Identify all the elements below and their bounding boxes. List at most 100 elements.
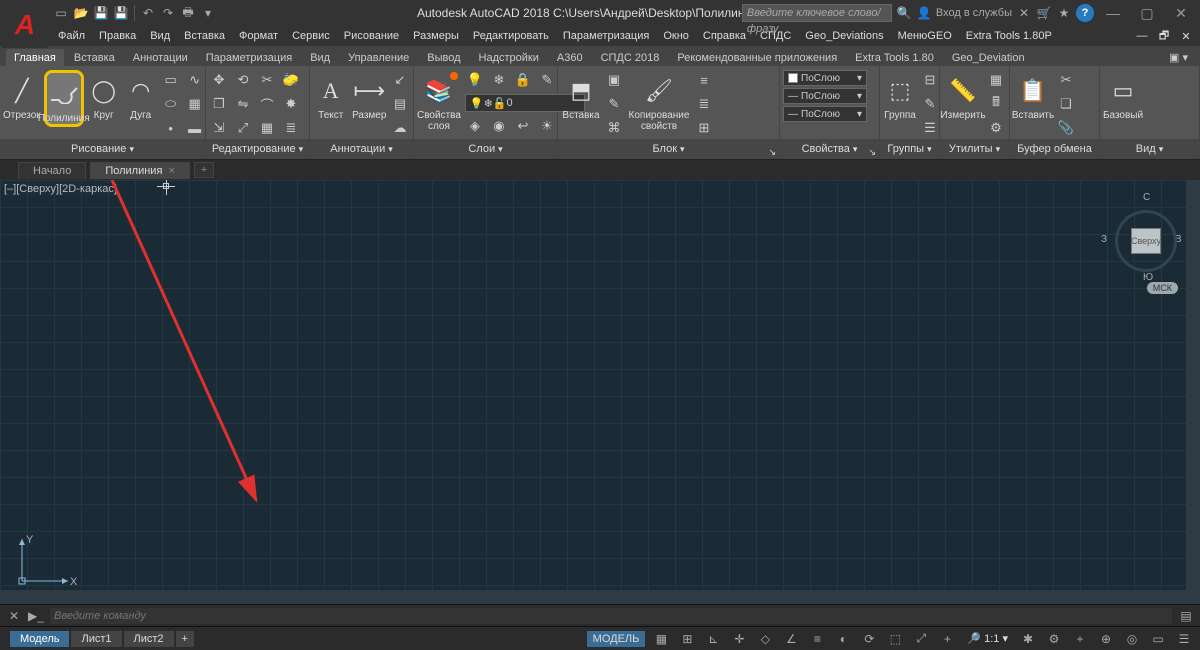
point-icon[interactable]: • (161, 118, 181, 138)
menu-menugeo[interactable]: МенюGEO (892, 28, 958, 44)
blk1-icon[interactable]: ≡ (694, 70, 714, 90)
copy-icon[interactable]: ❐ (209, 94, 229, 114)
signin-icon[interactable]: 👤 (916, 5, 932, 21)
matchprop-button[interactable]: 🖌 Копирование свойств (627, 70, 691, 132)
polyline-button[interactable]: Полилиния (44, 70, 84, 127)
group-button[interactable]: ⬚ Группа (883, 70, 917, 121)
doc-tab-close-icon[interactable]: × (169, 165, 175, 177)
cmd-close-icon[interactable]: ✕ (6, 608, 22, 624)
cart-icon[interactable]: 🛒 (1036, 5, 1052, 21)
ribbon-tab-addins[interactable]: Надстройки (471, 49, 547, 66)
spline-icon[interactable]: ∿ (185, 70, 205, 90)
menu-insert[interactable]: Вставка (178, 28, 231, 44)
print-icon[interactable]: 🖶 (179, 4, 197, 22)
undo-icon[interactable]: ↶ (139, 4, 157, 22)
cut-icon[interactable]: ✂ (1056, 70, 1076, 90)
anno-visibility-icon[interactable]: ✱ (1018, 630, 1038, 648)
favorite-icon[interactable]: ★ (1056, 5, 1072, 21)
horizontal-scrollbar[interactable] (0, 590, 1186, 604)
blk3-icon[interactable]: ⊞ (694, 118, 714, 138)
text-button[interactable]: A Текст (313, 70, 349, 121)
rectangle-icon[interactable]: ▭ (161, 70, 181, 90)
edit-block-icon[interactable]: ✎ (604, 94, 624, 114)
menu-draw[interactable]: Рисование (338, 28, 405, 44)
fillet-icon[interactable]: ⌒ (257, 94, 277, 114)
otrack-toggle-icon[interactable]: ∠ (781, 630, 801, 648)
ribbon-tab-parametric[interactable]: Параметризация (198, 49, 300, 66)
panel-groups-title[interactable]: Группы▾ (880, 139, 939, 159)
layeroff-icon[interactable]: 💡 (465, 70, 485, 90)
isolate-icon[interactable]: ◎ (1122, 630, 1142, 648)
command-input[interactable] (50, 608, 1172, 624)
attr-edit-icon[interactable]: ⌘ (604, 118, 624, 138)
anno-scale[interactable]: 🔎 1:1 ▾ (963, 632, 1012, 645)
ribbon-tab-home[interactable]: Главная (6, 49, 64, 66)
doc-restore-icon[interactable]: 🗗 (1156, 28, 1172, 44)
menu-dimension[interactable]: Размеры (407, 28, 465, 44)
layer-properties-button[interactable]: 📚 Свойства слоя (417, 70, 461, 132)
saveas-icon[interactable]: 💾 (112, 4, 130, 22)
hatch-icon[interactable]: ▦ (185, 94, 205, 114)
ortho-toggle-icon[interactable]: ⊾ (703, 630, 723, 648)
menu-edit[interactable]: Правка (93, 28, 142, 44)
polar-toggle-icon[interactable]: ✛ (729, 630, 749, 648)
dynucs-toggle-icon[interactable]: ⤢ (911, 630, 931, 648)
search-icon[interactable]: 🔍 (896, 5, 912, 21)
viewcube-west[interactable]: З (1101, 234, 1107, 245)
calc-icon[interactable]: 🖩 (986, 94, 1006, 114)
color-combo[interactable]: ПоСлою▾ (783, 70, 867, 86)
workspace-icon[interactable]: ⚙ (1044, 630, 1064, 648)
dimension-button[interactable]: ⟼ Размер (352, 70, 388, 121)
signin-label[interactable]: Вход в службы (936, 7, 1012, 19)
pastespecial-icon[interactable]: 📎 (1056, 118, 1076, 138)
vertical-scrollbar[interactable] (1186, 180, 1200, 604)
menu-file[interactable]: Файл (52, 28, 91, 44)
menu-help[interactable]: Справка (697, 28, 752, 44)
viewcube[interactable]: С З В Ю Сверху (1111, 188, 1186, 288)
exchange-icon[interactable]: ✕ (1016, 5, 1032, 21)
layout-tab-model[interactable]: Модель (10, 631, 69, 647)
groupmgr-icon[interactable]: ☰ (920, 118, 940, 138)
layeron-icon[interactable]: ◉ (489, 116, 509, 136)
explode-icon[interactable]: ✸ (281, 94, 301, 114)
layeriso-icon[interactable]: ◈ (465, 116, 485, 136)
menu-window[interactable]: Окно (657, 28, 695, 44)
layout-tab-add[interactable]: + (176, 631, 194, 647)
erase-icon[interactable]: 🧽 (281, 70, 301, 90)
maximize-button[interactable]: ▢ (1132, 3, 1162, 23)
insert-block-button[interactable]: ⬒ Вставка (561, 70, 601, 121)
cleanscreen-icon[interactable]: ▭ (1148, 630, 1168, 648)
help-icon[interactable]: ? (1076, 4, 1094, 22)
copyclip-icon[interactable]: ❏ (1056, 94, 1076, 114)
cmd-options-icon[interactable]: ▤ (1178, 608, 1194, 624)
viewcube-north[interactable]: С (1143, 192, 1150, 203)
layout-tab-2[interactable]: Лист2 (124, 631, 174, 647)
grid-toggle-icon[interactable]: ▦ (651, 630, 671, 648)
doc-tab-new[interactable]: + (194, 162, 214, 178)
open-icon[interactable]: 📂 (72, 4, 90, 22)
layerthaw-icon[interactable]: ☀ (537, 116, 557, 136)
panel-modify-title[interactable]: Редактирование▾ (206, 139, 309, 159)
region-icon[interactable]: ▬ (185, 118, 205, 138)
lineweight-combo[interactable]: — ПоСлою▾ (783, 88, 867, 104)
ribbon-tab-annotate[interactable]: Аннотации (125, 49, 196, 66)
drawing-canvas[interactable]: [–][Сверху][2D-каркас] X Y С З В Ю Сверх… (0, 180, 1200, 604)
ribbon-tab-spds[interactable]: СПДС 2018 (593, 49, 668, 66)
menu-tools[interactable]: Сервис (286, 28, 336, 44)
baseview-button[interactable]: ▭ Базовый (1103, 70, 1143, 121)
selectall-icon[interactable]: ▦ (986, 70, 1006, 90)
leader-icon[interactable]: ↙ (390, 70, 410, 90)
ribbon-tab-output[interactable]: Вывод (419, 49, 468, 66)
ribbon-tab-insert[interactable]: Вставка (66, 49, 123, 66)
ribbon-tab-extratools[interactable]: Extra Tools 1.80 (847, 49, 942, 66)
blk2-icon[interactable]: ≣ (694, 94, 714, 114)
ribbon-tab-view[interactable]: Вид (302, 49, 338, 66)
groupedit-icon[interactable]: ✎ (920, 94, 940, 114)
minimize-button[interactable]: — (1098, 3, 1128, 23)
stretch-icon[interactable]: ⇲ (209, 118, 229, 138)
panel-draw-title[interactable]: Рисование▾ (0, 139, 205, 159)
menu-format[interactable]: Формат (233, 28, 284, 44)
table-icon[interactable]: ▤ (390, 94, 410, 114)
layerprev-icon[interactable]: ↩ (513, 116, 533, 136)
rotate-icon[interactable]: ⟲ (233, 70, 253, 90)
